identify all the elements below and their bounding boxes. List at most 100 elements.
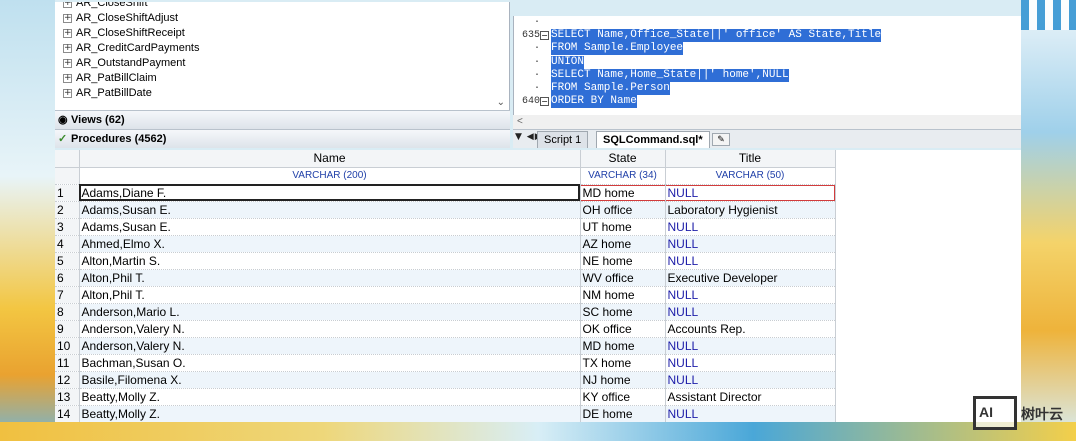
editor-line[interactable]: · — [514, 16, 1021, 29]
cell-state[interactable]: DE home — [580, 405, 666, 422]
cell-state[interactable]: OH office — [580, 201, 666, 219]
fold-icon[interactable]: − — [540, 31, 549, 41]
cell-name[interactable]: Ahmed,Elmo X. — [79, 235, 581, 253]
table-row[interactable]: 9 Anderson,Valery N. OK office Accounts Rep… — [55, 320, 836, 338]
cell-state[interactable]: UT home — [580, 218, 666, 236]
cell-title[interactable]: NULL — [665, 371, 836, 389]
tree-item[interactable]: + AR_CloseShift — [55, 2, 509, 11]
fold-icon[interactable]: − — [540, 97, 549, 107]
cell-title[interactable]: NULL — [665, 252, 836, 270]
tab-sqlcommand[interactable]: SQLCommand.sql* — [596, 131, 710, 148]
table-row[interactable]: 13 Beatty,Molly Z. KY office Assistant Dire… — [55, 388, 836, 406]
tree-item[interactable]: + AR_CloseShiftAdjust — [55, 11, 509, 26]
expand-icon[interactable]: + — [63, 28, 72, 38]
cell-title[interactable]: NULL — [665, 218, 836, 236]
cell-state[interactable]: NE home — [580, 252, 666, 270]
table-row[interactable]: 12 Basile,Filomena X. NJ home NULL — [55, 371, 836, 389]
editor-line[interactable]: 635− SELECT Name,Office_State||' office' … — [514, 29, 1021, 43]
table-row[interactable]: 6 Alton,Phil T. WV office Executive Develop… — [55, 269, 836, 287]
expand-icon[interactable]: + — [63, 58, 72, 68]
cell-title[interactable]: NULL — [665, 303, 836, 321]
cell-name[interactable]: Alton,Martin S. — [79, 252, 581, 270]
cell-name[interactable]: Beatty,Molly Z. — [79, 388, 581, 406]
object-tree[interactable]: + AR_CloseShift + AR_CloseShiftAdjust + AR_Cl… — [55, 2, 510, 110]
cell-title[interactable]: Assistant Director — [665, 388, 836, 406]
cell-state[interactable]: TX home — [580, 354, 666, 372]
tree-item-label: AR_PatBillClaim — [76, 72, 157, 84]
cell-state[interactable]: NM home — [580, 286, 666, 304]
cell-title[interactable]: Executive Developer — [665, 269, 836, 287]
procedures-group[interactable]: ✓ Procedures (4562) — [55, 129, 510, 148]
views-group[interactable]: ◉ Views (62) — [55, 110, 510, 129]
editor-hscroll[interactable]: < — [513, 115, 1021, 129]
cell-title[interactable]: NULL — [665, 235, 836, 253]
editor-line[interactable]: · SELECT Name,Home_State||' home',NULL — [514, 68, 1021, 82]
cell-name[interactable]: Anderson,Valery N. — [79, 320, 581, 338]
tab-label: Script 1 — [544, 134, 582, 146]
table-row[interactable]: 11 Bachman,Susan O. TX home NULL — [55, 354, 836, 372]
scroll-left-icon[interactable]: < — [517, 116, 523, 127]
table-row[interactable]: 2 Adams,Susan E. OH office Laboratory Hygie… — [55, 201, 836, 219]
cell-state[interactable]: NJ home — [580, 371, 666, 389]
cell-name[interactable]: Anderson,Mario L. — [79, 303, 581, 321]
editor-line[interactable]: · UNION — [514, 55, 1021, 69]
cell-state[interactable]: MD home — [580, 184, 666, 202]
cell-state[interactable]: AZ home — [580, 235, 666, 253]
table-row[interactable]: 10 Anderson,Valery N. MD home NULL — [55, 337, 836, 355]
table-row[interactable]: 8 Anderson,Mario L. SC home NULL — [55, 303, 836, 321]
cell-state[interactable]: KY office — [580, 388, 666, 406]
cell-name[interactable]: Alton,Phil T. — [79, 286, 581, 304]
tab-label: SQLCommand.sql* — [603, 134, 703, 146]
editor-line[interactable]: · FROM Sample.Person — [514, 81, 1021, 95]
table-row[interactable]: 1 Adams,Diane F. MD home NULL — [55, 184, 836, 202]
tree-item[interactable]: + AR_CreditCardPayments — [55, 41, 509, 56]
expand-icon[interactable]: + — [63, 73, 72, 83]
row-number: 2 — [55, 201, 80, 219]
cell-title[interactable]: NULL — [665, 354, 836, 372]
column-header-title[interactable]: Title — [665, 150, 836, 168]
table-row[interactable]: 14 Beatty,Molly Z. DE home NULL — [55, 405, 836, 422]
tab-script-1[interactable]: Script 1 — [537, 131, 589, 148]
results-grid[interactable]: Name State Title VARCHAR (200) VARCHAR (… — [55, 150, 1021, 422]
sql-editor[interactable]: · 635− SELECT Name,Office_State||' office'… — [513, 16, 1021, 115]
chevron-down-icon[interactable]: ⌄ — [497, 97, 505, 108]
column-type-title: VARCHAR (50) — [665, 167, 836, 185]
cell-name[interactable]: Basile,Filomena X. — [79, 371, 581, 389]
tree-item[interactable]: + AR_PatBillClaim — [55, 71, 509, 86]
tree-item[interactable]: + AR_CloseShiftReceipt — [55, 26, 509, 41]
tree-item[interactable]: + AR_OutstandPayment — [55, 56, 509, 71]
expand-icon[interactable]: + — [63, 88, 72, 98]
cell-state[interactable]: MD home — [580, 337, 666, 355]
table-row[interactable]: 4 Ahmed,Elmo X. AZ home NULL — [55, 235, 836, 253]
cell-name[interactable]: Alton,Phil T. — [79, 269, 581, 287]
tree-item[interactable]: + AR_PatBillDate — [55, 86, 509, 101]
expand-icon[interactable]: + — [63, 13, 72, 23]
editor-line[interactable]: · FROM Sample.Employee — [514, 42, 1021, 56]
watermark-logo: AI 树叶云 — [973, 396, 1073, 430]
cell-title[interactable]: NULL — [665, 184, 836, 202]
column-header-name[interactable]: Name — [79, 150, 581, 168]
cell-name[interactable]: Adams,Diane F. — [79, 184, 581, 202]
cell-state[interactable]: WV office — [580, 269, 666, 287]
cell-state[interactable]: SC home — [580, 303, 666, 321]
expand-icon[interactable]: + — [63, 43, 72, 53]
cell-title[interactable]: Laboratory Hygienist — [665, 201, 836, 219]
row-number: 14 — [55, 405, 80, 422]
table-row[interactable]: 3 Adams,Susan E. UT home NULL — [55, 218, 836, 236]
table-row[interactable]: 7 Alton,Phil T. NM home NULL — [55, 286, 836, 304]
cell-title[interactable]: NULL — [665, 286, 836, 304]
cell-title[interactable]: NULL — [665, 337, 836, 355]
expand-icon[interactable]: + — [63, 2, 72, 8]
cell-name[interactable]: Bachman,Susan O. — [79, 354, 581, 372]
table-row[interactable]: 5 Alton,Martin S. NE home NULL — [55, 252, 836, 270]
cell-title[interactable]: Accounts Rep. — [665, 320, 836, 338]
cell-name[interactable]: Anderson,Valery N. — [79, 337, 581, 355]
editor-line[interactable]: 640− ORDER BY Name — [514, 95, 1021, 109]
cell-title[interactable]: NULL — [665, 405, 836, 422]
new-tab-icon[interactable]: ✎ — [712, 133, 730, 146]
cell-name[interactable]: Beatty,Molly Z. — [79, 405, 581, 422]
column-header-state[interactable]: State — [580, 150, 666, 168]
cell-state[interactable]: OK office — [580, 320, 666, 338]
cell-name[interactable]: Adams,Susan E. — [79, 218, 581, 236]
cell-name[interactable]: Adams,Susan E. — [79, 201, 581, 219]
